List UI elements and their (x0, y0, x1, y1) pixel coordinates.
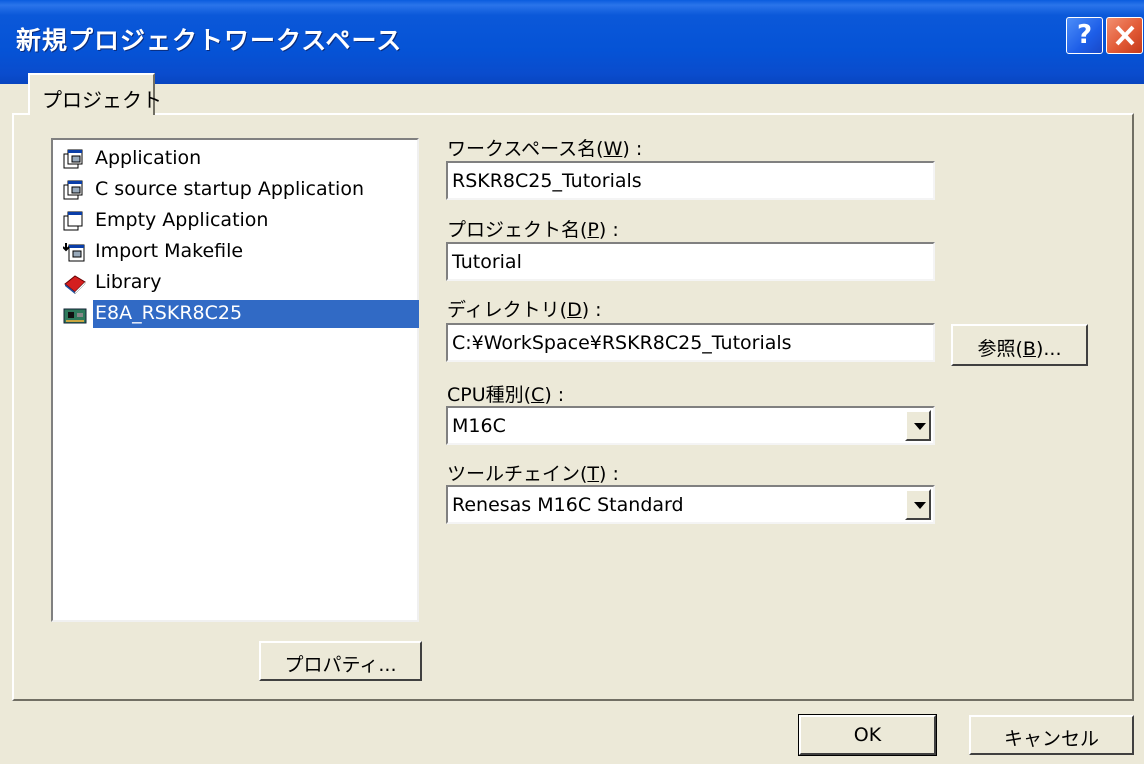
cpu-type-select[interactable]: M16C (446, 406, 935, 445)
cpu-type-value: M16C (452, 415, 506, 437)
chevron-down-icon[interactable] (905, 410, 931, 441)
project-name-input[interactable]: Tutorial (446, 242, 935, 281)
tab-project[interactable]: プロジェクト (28, 73, 162, 115)
new-project-workspace-dialog: 新規プロジェクトワークスペース ? プロジェクト Application C s… (0, 0, 1144, 764)
directory-input[interactable]: C:¥WorkSpace¥RSKR8C25_Tutorials (446, 323, 935, 362)
chevron-down-icon[interactable] (905, 489, 931, 520)
project-name-label: プロジェクト名(P) : (447, 219, 619, 241)
empty-application-icon (63, 211, 83, 231)
list-item-label: C source startup Application (95, 178, 364, 200)
window-title: 新規プロジェクトワークスペース (16, 26, 403, 55)
list-item-selected[interactable]: E8A_RSKR8C25 (61, 299, 419, 329)
cpu-type-label: CPU種別(C) : (447, 384, 565, 406)
properties-button[interactable]: プロパティ... (259, 641, 422, 681)
project-type-list[interactable]: Application C source startup Application… (51, 138, 419, 622)
toolchain-value: Renesas M16C Standard (452, 494, 684, 516)
title-bar[interactable]: 新規プロジェクトワークスペース ? (0, 0, 1144, 84)
list-item[interactable]: Empty Application (61, 206, 419, 236)
close-icon (1115, 25, 1135, 46)
close-button[interactable] (1106, 17, 1143, 54)
cancel-button[interactable]: キャンセル (969, 715, 1134, 755)
list-item[interactable]: C source startup Application (61, 175, 419, 205)
list-item[interactable]: Import Makefile (61, 237, 419, 267)
toolchain-label: ツールチェイン(T) : (447, 463, 619, 485)
application-icon (63, 180, 83, 200)
list-item[interactable]: Application (61, 144, 419, 174)
ok-button[interactable]: OK (798, 714, 937, 756)
help-button[interactable]: ? (1066, 17, 1103, 54)
directory-label: ディレクトリ(D) : (447, 299, 602, 321)
board-icon (63, 308, 87, 324)
list-item-label: Import Makefile (95, 240, 244, 262)
browse-button[interactable]: 参照(B)... (951, 324, 1088, 366)
help-icon: ? (1076, 20, 1093, 50)
list-item-label: Library (95, 271, 162, 293)
import-makefile-icon (63, 243, 85, 262)
list-item-label: E8A_RSKR8C25 (93, 300, 419, 328)
list-item-label: Empty Application (95, 209, 269, 231)
toolchain-select[interactable]: Renesas M16C Standard (446, 485, 935, 524)
workspace-name-input[interactable]: RSKR8C25_Tutorials (446, 161, 935, 200)
list-item[interactable]: Library (61, 268, 419, 298)
application-icon (63, 149, 83, 169)
list-item-label: Application (95, 147, 202, 169)
library-icon (64, 275, 86, 294)
workspace-name-label: ワークスペース名(W) : (447, 138, 643, 160)
